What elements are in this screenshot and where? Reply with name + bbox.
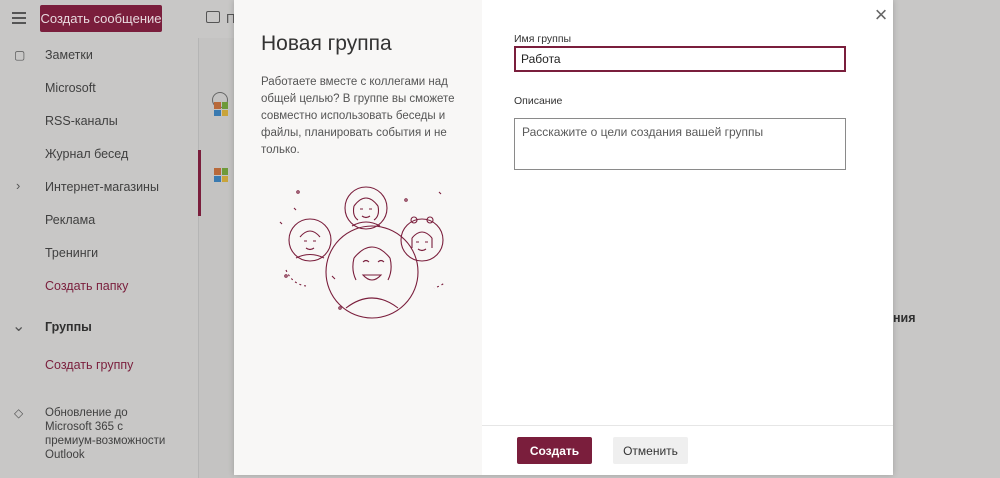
sidebar-item-ads[interactable]: Реклама <box>45 213 95 227</box>
new-message-button[interactable]: Создать сообщение <box>40 5 162 32</box>
chevron-right-icon[interactable]: › <box>16 178 20 193</box>
reading-pane-fragment: ния <box>893 311 916 325</box>
sidebar-create-group-link[interactable]: Создать группу <box>45 358 133 372</box>
dialog-description: Работаете вместе с коллегами над общей ц… <box>261 76 455 156</box>
diamond-icon: ◇ <box>14 406 24 420</box>
sidebar-item-online-stores[interactable]: Интернет-магазины <box>45 180 159 194</box>
folder-icon <box>206 11 220 23</box>
sidebar-item-microsoft[interactable]: Microsoft <box>45 81 96 95</box>
cancel-button[interactable]: Отменить <box>613 437 688 464</box>
chevron-down-icon[interactable]: ⌄ <box>12 316 25 336</box>
create-button[interactable]: Создать <box>517 437 592 464</box>
sidebar-item-rss[interactable]: RSS-каналы <box>45 114 118 128</box>
upgrade-promo[interactable]: Обновление до Microsoft 365 с премиум-во… <box>45 406 175 462</box>
reading-pane <box>893 0 1000 478</box>
close-icon[interactable]: × <box>871 4 891 26</box>
description-input[interactable] <box>514 118 846 170</box>
microsoft-logo-icon <box>214 168 228 182</box>
selection-indicator <box>198 150 201 216</box>
footer-divider <box>482 425 893 426</box>
group-people-illustration <box>279 186 444 319</box>
sidebar-item-notes[interactable]: Заметки <box>45 48 93 62</box>
hamburger-menu-icon[interactable] <box>12 12 26 24</box>
message-list-pane <box>198 38 234 478</box>
note-icon: ▢ <box>14 48 26 62</box>
sidebar-create-folder-link[interactable]: Создать папку <box>45 279 128 293</box>
sidebar-item-conversation-history[interactable]: Журнал бесед <box>45 147 128 161</box>
sidebar: ▢ Заметки Microsoft RSS-каналы Журнал бе… <box>0 38 198 478</box>
group-name-label: Имя группы <box>514 33 572 45</box>
new-group-dialog: Новая группа Работаете вместе с коллегам… <box>234 0 893 475</box>
microsoft-logo-icon <box>214 102 228 116</box>
sidebar-item-trainings[interactable]: Тренинги <box>45 246 98 260</box>
dialog-title: Новая группа <box>261 32 392 55</box>
group-name-input[interactable] <box>514 46 846 72</box>
sidebar-groups-header[interactable]: Группы <box>45 320 92 334</box>
description-label: Описание <box>514 95 563 107</box>
dialog-info-panel: Новая группа Работаете вместе с коллегам… <box>234 0 482 475</box>
